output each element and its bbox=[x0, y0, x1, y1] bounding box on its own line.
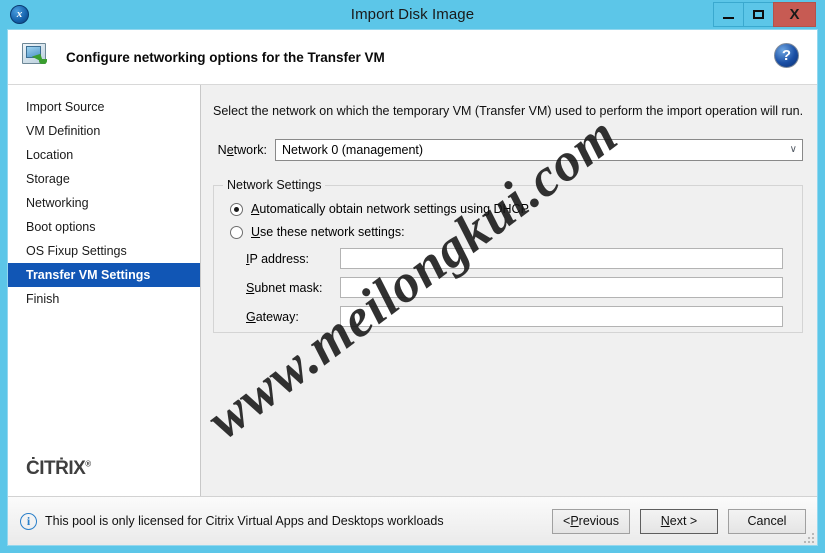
radio-dhcp-mark bbox=[230, 202, 243, 216]
cancel-button[interactable]: Cancel bbox=[728, 508, 806, 534]
network-settings-group: Network Settings Automatically obtain ne… bbox=[213, 178, 803, 333]
sidebar-item-finish[interactable]: Finish bbox=[8, 287, 200, 311]
dialog-client: Configure networking options for the Tra… bbox=[7, 29, 818, 546]
radio-static[interactable]: Use these network settings: bbox=[224, 225, 792, 239]
radio-static-label: Use these network settings: bbox=[251, 225, 405, 239]
sidebar-item-networking[interactable]: Networking bbox=[8, 191, 200, 215]
dialog-buttons: < Previous Next > Cancel bbox=[552, 508, 806, 534]
green-arrow-tail bbox=[39, 59, 47, 64]
xencenter-app-icon: x bbox=[10, 5, 29, 24]
dialog-body: Import Source VM Definition Location Sto… bbox=[8, 85, 817, 496]
sidebar-item-storage[interactable]: Storage bbox=[8, 167, 200, 191]
sidebar-item-location[interactable]: Location bbox=[8, 143, 200, 167]
title-bar: x Import Disk Image X bbox=[7, 0, 818, 29]
minimize-icon bbox=[723, 16, 734, 19]
intro-text: Select the network on which the temporar… bbox=[213, 104, 804, 118]
maximize-button[interactable] bbox=[743, 2, 774, 27]
page-title: Configure networking options for the Tra… bbox=[66, 49, 385, 65]
page-header: Configure networking options for the Tra… bbox=[8, 30, 817, 85]
ip-address-input[interactable] bbox=[340, 248, 783, 269]
close-button[interactable]: X bbox=[773, 2, 816, 27]
citrix-logo: ĊITṘIX® bbox=[26, 458, 91, 479]
gateway-row: Gateway: bbox=[224, 306, 792, 327]
subnet-mask-input[interactable] bbox=[340, 277, 783, 298]
sidebar-item-boot-options[interactable]: Boot options bbox=[8, 215, 200, 239]
subnet-mask-label: Subnet mask: bbox=[246, 280, 323, 295]
maximize-icon bbox=[753, 10, 764, 19]
next-button[interactable]: Next > bbox=[640, 508, 718, 534]
network-row: Network: Network 0 (management) ∨ bbox=[213, 139, 803, 161]
window-title: Import Disk Image bbox=[350, 6, 475, 23]
radio-static-mark bbox=[230, 225, 243, 239]
sidebar-item-vm-definition[interactable]: VM Definition bbox=[8, 119, 200, 143]
sidebar-item-transfer-vm-settings[interactable]: Transfer VM Settings bbox=[8, 263, 200, 287]
main-pane: Select the network on which the temporar… bbox=[201, 85, 817, 496]
network-select-value: Network 0 (management) bbox=[282, 143, 424, 157]
network-settings-legend: Network Settings bbox=[223, 178, 326, 192]
status-bar: i This pool is only licensed for Citrix … bbox=[8, 496, 817, 545]
network-label: Network: bbox=[217, 143, 267, 157]
radio-dhcp[interactable]: Automatically obtain network settings us… bbox=[224, 202, 792, 216]
chevron-down-icon: ∨ bbox=[789, 144, 797, 155]
help-icon[interactable]: ? bbox=[774, 43, 799, 68]
caption-buttons: X bbox=[713, 2, 816, 27]
subnet-mask-row: Subnet mask: bbox=[224, 277, 792, 298]
license-message: This pool is only licensed for Citrix Vi… bbox=[45, 514, 444, 528]
info-icon: i bbox=[20, 512, 37, 530]
gateway-input[interactable] bbox=[340, 306, 783, 327]
dialog-window: x Import Disk Image X Configure networki… bbox=[0, 0, 825, 553]
network-select[interactable]: Network 0 (management) ∨ bbox=[275, 139, 803, 161]
import-disk-image-icon bbox=[20, 41, 54, 73]
sidebar-item-os-fixup-settings[interactable]: OS Fixup Settings bbox=[8, 239, 200, 263]
ip-address-row: IP address: bbox=[224, 248, 792, 269]
sidebar-item-import-source[interactable]: Import Source bbox=[8, 95, 200, 119]
radio-dhcp-label: Automatically obtain network settings us… bbox=[251, 202, 529, 216]
resize-grip[interactable] bbox=[804, 533, 814, 543]
wizard-sidebar: Import Source VM Definition Location Sto… bbox=[8, 85, 201, 496]
previous-button[interactable]: < Previous bbox=[552, 508, 630, 534]
minimize-button[interactable] bbox=[713, 2, 744, 27]
ip-address-label: IP address: bbox=[246, 251, 310, 266]
gateway-label: Gateway: bbox=[246, 309, 299, 324]
